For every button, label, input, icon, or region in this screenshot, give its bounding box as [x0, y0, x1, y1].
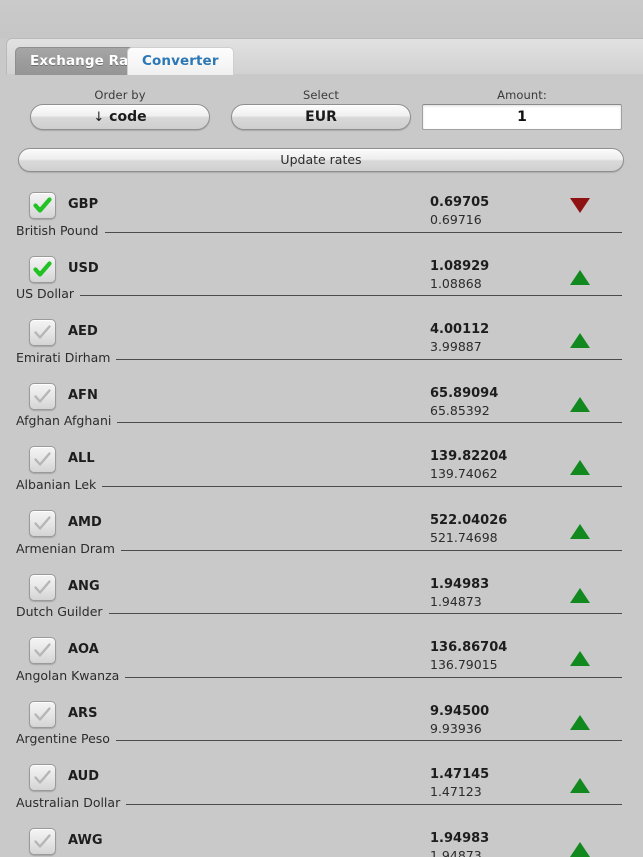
- current-rate: 1.47145: [430, 767, 490, 783]
- trend-up-icon: [570, 523, 590, 539]
- currency-name: Afghan Afghani: [16, 413, 118, 429]
- checkbox-unchecked[interactable]: [29, 509, 56, 537]
- table-row[interactable]: ANG 1.94983 1.94873 Dutch Guilder: [0, 562, 643, 626]
- currency-code: USD: [68, 260, 99, 276]
- trend-up-icon: [570, 714, 590, 730]
- table-row[interactable]: ARS 9.94500 9.93936 Argentine Peso: [0, 689, 643, 753]
- previous-rate: 1.94873: [430, 593, 482, 609]
- table-row[interactable]: AMD 522.04026 521.74698 Armenian Dram: [0, 498, 643, 562]
- trend-up-icon: [570, 651, 590, 667]
- amount-label: Amount:: [497, 88, 547, 102]
- order-by-label: Order by: [94, 88, 146, 102]
- order-by-button[interactable]: ↓ code: [30, 104, 210, 130]
- trend-up-icon: [570, 460, 590, 476]
- sort-descending-arrow-icon: ↓: [93, 110, 105, 125]
- currency-code: AWG: [68, 832, 103, 848]
- tab-converter[interactable]: Converter: [127, 47, 234, 75]
- trend-up-icon: [570, 333, 590, 349]
- previous-rate: 0.69716: [430, 212, 482, 227]
- row-divider: [16, 295, 622, 297]
- current-rate: 4.00112: [430, 322, 490, 338]
- trend-down-icon: [570, 198, 590, 213]
- row-divider: [16, 485, 622, 487]
- current-rate: 136.86704: [430, 640, 508, 656]
- current-rate: 65.89094: [430, 385, 499, 401]
- select-label: Select: [302, 88, 340, 102]
- exchange-rates-app: Exchange Rates Converter Order by ↓ code…: [0, 0, 643, 857]
- table-row[interactable]: AFN 65.89094 65.85392 Afghan Afghani: [0, 371, 643, 435]
- currency-code: AMD: [68, 514, 102, 530]
- trend-up-icon: [570, 396, 590, 412]
- current-rate: 1.94983: [430, 830, 490, 846]
- currency-code: ANG: [68, 578, 100, 594]
- checkbox-unchecked[interactable]: [29, 700, 56, 728]
- previous-rate: 139.74062: [430, 466, 498, 482]
- currency-name: British Pound: [16, 222, 105, 238]
- base-currency-button[interactable]: EUR: [231, 104, 411, 130]
- checkbox-unchecked[interactable]: [29, 446, 56, 474]
- current-rate: 139.82204: [430, 449, 508, 465]
- currency-code: AUD: [68, 769, 100, 785]
- currency-code: AED: [68, 324, 98, 340]
- currency-name: US Dollar: [16, 286, 81, 302]
- table-row[interactable]: ALL 139.82204 139.74062 Albanian Lek: [0, 434, 643, 498]
- checkbox-unchecked[interactable]: [29, 573, 56, 601]
- table-row[interactable]: AOA 136.86704 136.79015 Angolan Kwanza: [0, 625, 643, 689]
- trend-up-icon: [570, 587, 590, 603]
- currency-code: GBP: [68, 197, 99, 212]
- amount-input[interactable]: 1: [422, 104, 622, 130]
- previous-rate: 521.74698: [430, 529, 498, 545]
- currency-name: Argentine Peso: [16, 731, 116, 747]
- previous-rate: 3.99887: [430, 339, 482, 355]
- table-row[interactable]: AUD 1.47145 1.47123 Australian Dollar: [0, 752, 643, 816]
- rate-list[interactable]: GBP 0.69705 0.69716 British Pound USD 1.08929…: [0, 180, 643, 857]
- current-rate: 0.69705: [430, 195, 490, 210]
- current-rate: 1.08929: [430, 258, 490, 274]
- currency-code: ALL: [68, 451, 95, 467]
- checkbox-checked[interactable]: [29, 255, 56, 283]
- currency-name: Angolan Kwanza: [16, 667, 126, 683]
- table-row[interactable]: AED 4.00112 3.99887 Emirati Dirham: [0, 307, 643, 371]
- table-row[interactable]: GBP 0.69705 0.69716 British Pound: [0, 180, 643, 244]
- checkbox-unchecked[interactable]: [29, 319, 56, 347]
- previous-rate: 1.94873: [430, 847, 482, 857]
- previous-rate: 65.85392: [430, 402, 490, 418]
- checkbox-unchecked[interactable]: [29, 637, 56, 665]
- currency-code: AFN: [68, 387, 98, 403]
- currency-name: Australian Dollar: [16, 794, 127, 810]
- checkbox-unchecked[interactable]: [29, 382, 56, 410]
- previous-rate: 136.79015: [430, 657, 498, 673]
- currency-name: Armenian Dram: [16, 540, 121, 556]
- checkbox-unchecked[interactable]: [29, 764, 56, 792]
- currency-code: ARS: [68, 705, 98, 721]
- previous-rate: 9.93936: [430, 720, 482, 736]
- previous-rate: 1.08868: [430, 275, 482, 291]
- trend-up-icon: [570, 778, 590, 794]
- previous-rate: 1.47123: [430, 784, 482, 800]
- update-rates-button[interactable]: Update rates: [18, 148, 624, 172]
- window-top-strip: [0, 0, 643, 38]
- currency-name: Emirati Dirham: [16, 349, 117, 365]
- currency-name: Albanian Lek: [16, 476, 103, 492]
- trend-up-icon: [570, 269, 590, 285]
- checkbox-unchecked[interactable]: [29, 827, 56, 855]
- currency-name: Dutch Guilder: [16, 604, 109, 620]
- currency-code: AOA: [68, 642, 99, 658]
- current-rate: 9.94500: [430, 703, 490, 719]
- current-rate: 522.04026: [430, 512, 508, 528]
- table-row[interactable]: USD 1.08929 1.08868 US Dollar: [0, 244, 643, 308]
- trend-up-icon: [570, 841, 590, 857]
- checkbox-checked[interactable]: [29, 192, 56, 219]
- order-by-value: code: [109, 109, 147, 125]
- table-row[interactable]: AWG1.949831.94873Aruban Florin: [0, 816, 643, 857]
- current-rate: 1.94983: [430, 576, 490, 592]
- row-divider: [16, 231, 622, 233]
- tab-bar: Exchange Rates Converter: [6, 38, 643, 75]
